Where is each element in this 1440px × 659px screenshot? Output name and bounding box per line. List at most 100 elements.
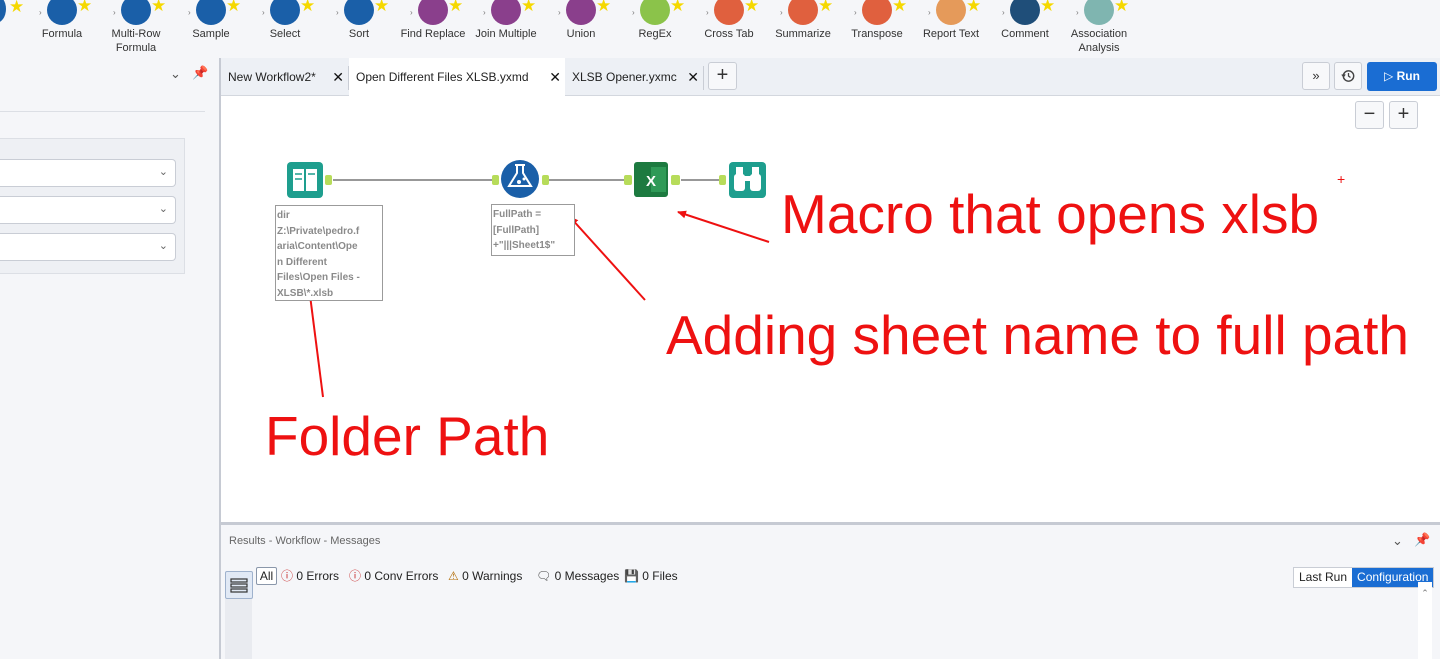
history-button[interactable] [1334,62,1362,90]
results-panel: Results - Workflow - Messages ⌄ 📌 All ⓘ … [221,522,1440,659]
close-icon[interactable]: ✕ [549,58,561,96]
filter-warnings-button[interactable]: ⚠ 0 Warnings [448,567,522,585]
ribbon-tool-association-analysis[interactable]: › ★ Association Analysis [1054,0,1144,58]
tab-xlsb-opener[interactable]: XLSB Opener.yxmc ✕ [565,58,703,96]
chevron-down-icon: ⌄ [158,240,168,252]
pin-icon[interactable]: 📌 [1414,532,1430,548]
messages-label: 0 Messages [554,569,620,583]
favorite-star-icon[interactable]: ★ [670,0,685,14]
filter-files-button[interactable]: 💾 0 Files [624,567,678,585]
tab-divider [348,66,349,90]
chevron-right-icon: › [483,8,486,17]
favorite-star-icon[interactable]: ★ [226,0,241,14]
errors-label: 0 Errors [296,569,340,583]
favorite-star-icon[interactable]: ★ [300,0,315,14]
divider [0,111,205,112]
input-anchor[interactable] [492,175,499,185]
regex-icon [640,0,670,25]
list-icon [230,578,248,593]
results-scrollbar[interactable]: ⌃ [1418,582,1432,659]
favorite-star-icon[interactable]: ★ [9,0,24,17]
select-check-icon [270,0,300,25]
output-anchor[interactable] [325,175,332,185]
filter-conv-errors-button[interactable]: ⓘ 0 Conv Errors [349,567,438,585]
tab-open-different-files[interactable]: Open Different Files XLSB.yxmd ✕ [349,58,565,96]
scroll-up-icon[interactable]: ⌃ [1418,588,1432,599]
favorite-star-icon[interactable]: ★ [151,0,166,14]
summarize-sigma-icon [788,0,818,25]
chevron-right-icon: › [410,8,413,17]
annotation-arrow [677,210,770,243]
chevron-right-icon: › [262,8,265,17]
association-analysis-icon [1084,0,1114,25]
run-button[interactable]: ▷ Run [1367,62,1437,91]
tab-new-workflow2[interactable]: New Workflow2* ✕ [221,58,348,96]
annotation-arrow [569,216,646,301]
folder-annotation-text: Folder Path [265,405,550,467]
tool-ribbon: › ★ Formula › ★ Multi-Row Formula › ★ Sample › ★ Se… [0,0,1440,58]
svg-text:X: X [646,173,656,190]
tab-divider [703,66,704,90]
warning-icon: ⚠ [448,569,459,583]
directory-tool-node[interactable] [287,162,332,198]
workflow-canvas[interactable]: − + X + dir Z:\Private\pedro.f aria\Cont… [221,96,1440,522]
tab-label: XLSB Opener.yxmc [572,70,677,84]
favorite-star-icon[interactable]: ★ [1040,0,1055,14]
save-file-icon: 💾 [624,569,639,583]
files-label: 0 Files [642,569,678,583]
input-anchor[interactable] [624,175,632,185]
play-icon: ▷ [1384,69,1394,83]
favorite-star-icon[interactable]: ★ [77,0,92,14]
dropdown-3[interactable]: ⌄ [0,233,176,261]
message-icon: 🗨 [536,569,552,583]
dropdown-1[interactable]: ⌄ [0,159,176,187]
chevron-right-icon: › [928,8,931,17]
favorite-star-icon[interactable]: ★ [596,0,611,14]
chevron-down-icon: ⌄ [158,166,168,178]
comment-bubble-icon [1010,0,1040,25]
options-group: ⌄ ⌄ ⌄ [0,138,185,274]
filter-errors-button[interactable]: ⓘ 0 Errors [281,567,339,585]
chevron-right-icon: › [854,8,857,17]
chevron-right-icon: › [780,8,783,17]
ribbon-tool-partial-icon[interactable] [0,0,6,23]
transpose-icon [862,0,892,25]
favorite-star-icon[interactable]: ★ [744,0,759,14]
last-run-button[interactable]: Last Run [1294,568,1352,587]
ribbon-tool-label: Association Analysis [1070,28,1128,54]
favorite-star-icon[interactable]: ★ [521,0,536,14]
favorite-star-icon[interactable]: ★ [374,0,389,14]
browse-tool-node[interactable] [719,162,766,198]
chevron-down-icon[interactable]: ⌄ [1392,533,1403,549]
chevron-right-icon: › [336,8,339,17]
output-anchor[interactable] [542,175,549,185]
output-anchor[interactable] [671,175,680,185]
list-view-button[interactable] [225,571,253,599]
favorite-star-icon[interactable]: ★ [1114,0,1129,14]
favorite-star-icon[interactable]: ★ [818,0,833,14]
configuration-panel: ⌄ 📌 ⌄ ⌄ ⌄ [0,58,219,659]
sheet-annotation-text: Adding sheet name to full path [666,304,1410,366]
conversion-error-icon: ⓘ [349,569,362,583]
chevron-down-icon[interactable]: ⌄ [170,66,181,82]
filter-all-button[interactable]: All [256,567,277,585]
formula-tool-node[interactable] [492,160,549,198]
favorite-star-icon[interactable]: ★ [892,0,907,14]
find-replace-icon [418,0,448,25]
favorite-star-icon[interactable]: ★ [966,0,981,14]
dropdown-2[interactable]: ⌄ [0,196,176,224]
pin-icon[interactable]: 📌 [192,65,208,81]
input-anchor[interactable] [719,175,726,185]
svg-text:+: + [1337,171,1345,187]
filter-messages-button[interactable]: 🗨 0 Messages [536,567,619,585]
sample-tubes-icon [196,0,226,25]
tab-label: New Workflow2* [228,70,316,84]
close-icon[interactable]: ✕ [332,58,344,96]
add-tab-button[interactable]: + [708,62,737,90]
chevron-right-icon: › [558,8,561,17]
macro-annotation-text: Macro that opens xlsb [781,183,1320,245]
xlsb-opener-macro-node[interactable]: X [624,162,680,197]
results-mode-toggle: Last Run Configuration [1293,567,1435,588]
more-tools-button[interactable]: » [1302,62,1330,90]
close-icon[interactable]: ✕ [687,58,699,96]
